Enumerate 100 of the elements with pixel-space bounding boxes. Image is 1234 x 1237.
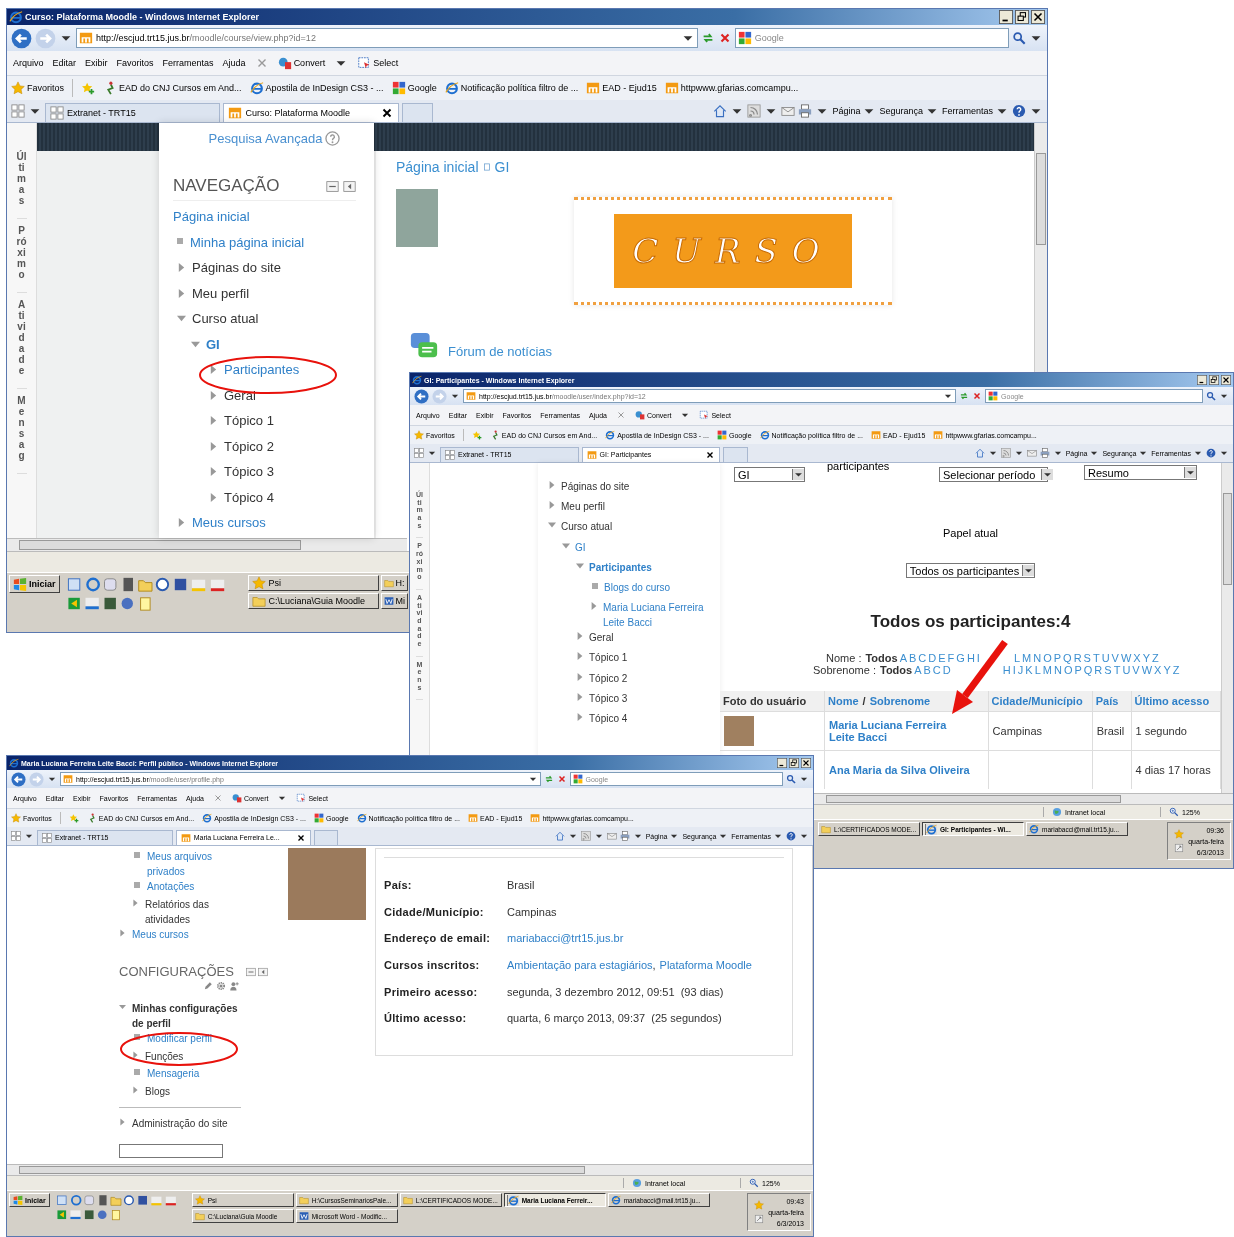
nav-link[interactable]: Modificar perfil <box>147 1031 213 1046</box>
nav-item[interactable]: Funções <box>145 1048 184 1064</box>
nav-link[interactable]: Meus cursos <box>192 515 266 530</box>
horizontal-scrollbar[interactable] <box>7 538 407 551</box>
letter-link[interactable]: L <box>1034 664 1041 676</box>
letter-link[interactable]: W <box>1120 652 1132 664</box>
add-user-icon[interactable] <box>229 981 239 991</box>
letter-link[interactable]: D <box>942 664 951 676</box>
nav-link[interactable]: Meus cursos <box>132 926 189 942</box>
letter-link[interactable]: Z <box>1152 652 1159 664</box>
field-link[interactable]: Plataforma Moodle <box>659 959 752 972</box>
home-icon[interactable] <box>713 104 728 118</box>
collapsed-arrow-icon[interactable] <box>548 501 556 510</box>
nav-item[interactable]: Curso atual <box>561 519 613 535</box>
horizontal-scrollbar[interactable] <box>7 1164 813 1175</box>
expanded-arrow-icon[interactable] <box>177 314 186 323</box>
minimize-icon[interactable] <box>326 179 339 193</box>
search-icon[interactable] <box>1012 31 1026 45</box>
nav-item[interactable]: Tópico 3 <box>589 690 628 706</box>
collapsed-arrow-icon[interactable] <box>590 602 598 611</box>
side-tab[interactable]: Últimas <box>16 145 27 219</box>
horizontal-scrollbar[interactable] <box>814 793 1233 804</box>
collapsed-arrow-icon[interactable] <box>576 652 584 661</box>
letter-link[interactable]: U <box>1101 652 1110 664</box>
letter-link[interactable]: C <box>932 664 941 676</box>
letter-link[interactable]: Y <box>1142 652 1151 664</box>
letter-link[interactable]: M <box>1042 664 1052 676</box>
search-icon[interactable] <box>786 774 796 784</box>
restore-button-icon[interactable] <box>1015 10 1029 24</box>
letter-link[interactable]: B <box>909 652 917 664</box>
letter-link[interactable]: G <box>956 652 965 664</box>
letter-link[interactable]: V <box>1132 664 1140 676</box>
nav-item[interactable]: Páginas do site <box>561 479 630 494</box>
favorite-link[interactable]: Notificação política filtro de ... <box>444 81 579 95</box>
nav-item[interactable]: Páginas do site <box>192 260 281 275</box>
collapsed-arrow-icon[interactable] <box>119 1118 126 1126</box>
collapsed-arrow-icon[interactable] <box>209 441 218 451</box>
search-field[interactable]: Google <box>734 27 1009 49</box>
back-button-icon[interactable] <box>11 27 32 49</box>
letter-link[interactable]: P <box>1074 664 1082 676</box>
letter-link[interactable]: I <box>976 652 980 664</box>
filter-all[interactable]: Todos <box>880 664 913 676</box>
menu-item[interactable]: Editar <box>52 58 77 68</box>
favorite-link[interactable]: Google <box>391 81 437 95</box>
column-header[interactable]: Nome / Sobrenome <box>824 691 989 712</box>
expanded-arrow-icon[interactable] <box>191 339 200 349</box>
close-button-icon[interactable] <box>1221 375 1231 385</box>
nav-item[interactable]: Tópico 3 <box>224 464 274 479</box>
course-select[interactable]: GI <box>734 467 805 482</box>
nav-item[interactable]: Tópico 1 <box>589 650 628 666</box>
letter-link[interactable]: X <box>1133 652 1141 664</box>
letter-link[interactable]: V <box>1111 652 1119 664</box>
browser-tab[interactable]: Curso: Plataforma Moodle <box>223 103 399 122</box>
expanded-arrow-icon[interactable] <box>119 1003 126 1011</box>
edit-icon[interactable] <box>203 981 213 991</box>
letter-link[interactable]: Y <box>1163 664 1171 676</box>
tray-icon[interactable] <box>1174 843 1185 853</box>
expanded-arrow-icon[interactable] <box>562 541 570 550</box>
nav-item[interactable]: Curso atual <box>192 311 259 326</box>
close-button-icon[interactable] <box>1031 10 1045 24</box>
letter-link[interactable]: I <box>1012 664 1016 676</box>
help-icon[interactable] <box>1012 104 1026 118</box>
letter-link[interactable]: S <box>1083 652 1091 664</box>
vertical-scrollbar[interactable] <box>1221 463 1233 793</box>
refresh-icon[interactable] <box>959 391 970 401</box>
nav-link[interactable]: Meus arquivos privados <box>147 849 241 879</box>
forum-link[interactable]: Fórum de notícias <box>448 343 553 359</box>
refresh-icon[interactable] <box>543 774 554 784</box>
side-tab[interactable]: Atividade <box>16 293 27 389</box>
collapsed-arrow-icon[interactable] <box>576 672 584 681</box>
favorite-link[interactable]: EAD - Ejud15 <box>586 81 657 95</box>
collapsed-arrow-icon[interactable] <box>576 632 584 641</box>
browser-tab[interactable]: Extranet - TRT15 <box>45 103 221 122</box>
stop-icon[interactable] <box>556 774 567 784</box>
breadcrumb-link[interactable]: Página inicial <box>396 159 479 175</box>
close-icon[interactable] <box>705 449 716 460</box>
nav-item[interactable]: Tópico 4 <box>224 489 274 505</box>
favorite-link[interactable]: httpwww.gfarias.comcampu... <box>664 81 799 95</box>
back-button-icon[interactable] <box>11 771 26 787</box>
nav-item[interactable]: Blogs <box>145 1083 170 1099</box>
nav-item[interactable]: Tópico 2 <box>224 438 274 454</box>
collapsed-arrow-icon[interactable] <box>209 365 218 374</box>
nav-link[interactable]: Blogs do curso <box>604 579 671 595</box>
close-icon[interactable] <box>296 832 307 843</box>
letter-link[interactable]: E <box>938 652 946 664</box>
collapsed-arrow-icon[interactable] <box>209 492 218 502</box>
taskbar-button[interactable]: H: <box>380 575 408 591</box>
collapsed-arrow-icon[interactable] <box>132 1085 139 1094</box>
menu-item[interactable]: Ajuda <box>222 58 246 68</box>
letter-link[interactable]: R <box>1094 664 1103 676</box>
field-link[interactable]: Ambientação para estagiários <box>507 959 653 972</box>
letter-link[interactable]: C <box>918 652 927 664</box>
nav-link[interactable]: Mensageria <box>147 1066 200 1081</box>
add-favorite-icon[interactable] <box>471 430 482 440</box>
taskbar-button[interactable]: Mi <box>380 593 408 609</box>
advanced-search-link[interactable]: Pesquisa Avançada <box>208 131 323 146</box>
toolbar-button[interactable]: Select <box>357 56 399 70</box>
menu-item[interactable]: Exibir <box>85 58 108 68</box>
stop-icon[interactable] <box>972 391 983 401</box>
star-icon[interactable] <box>754 1200 765 1210</box>
